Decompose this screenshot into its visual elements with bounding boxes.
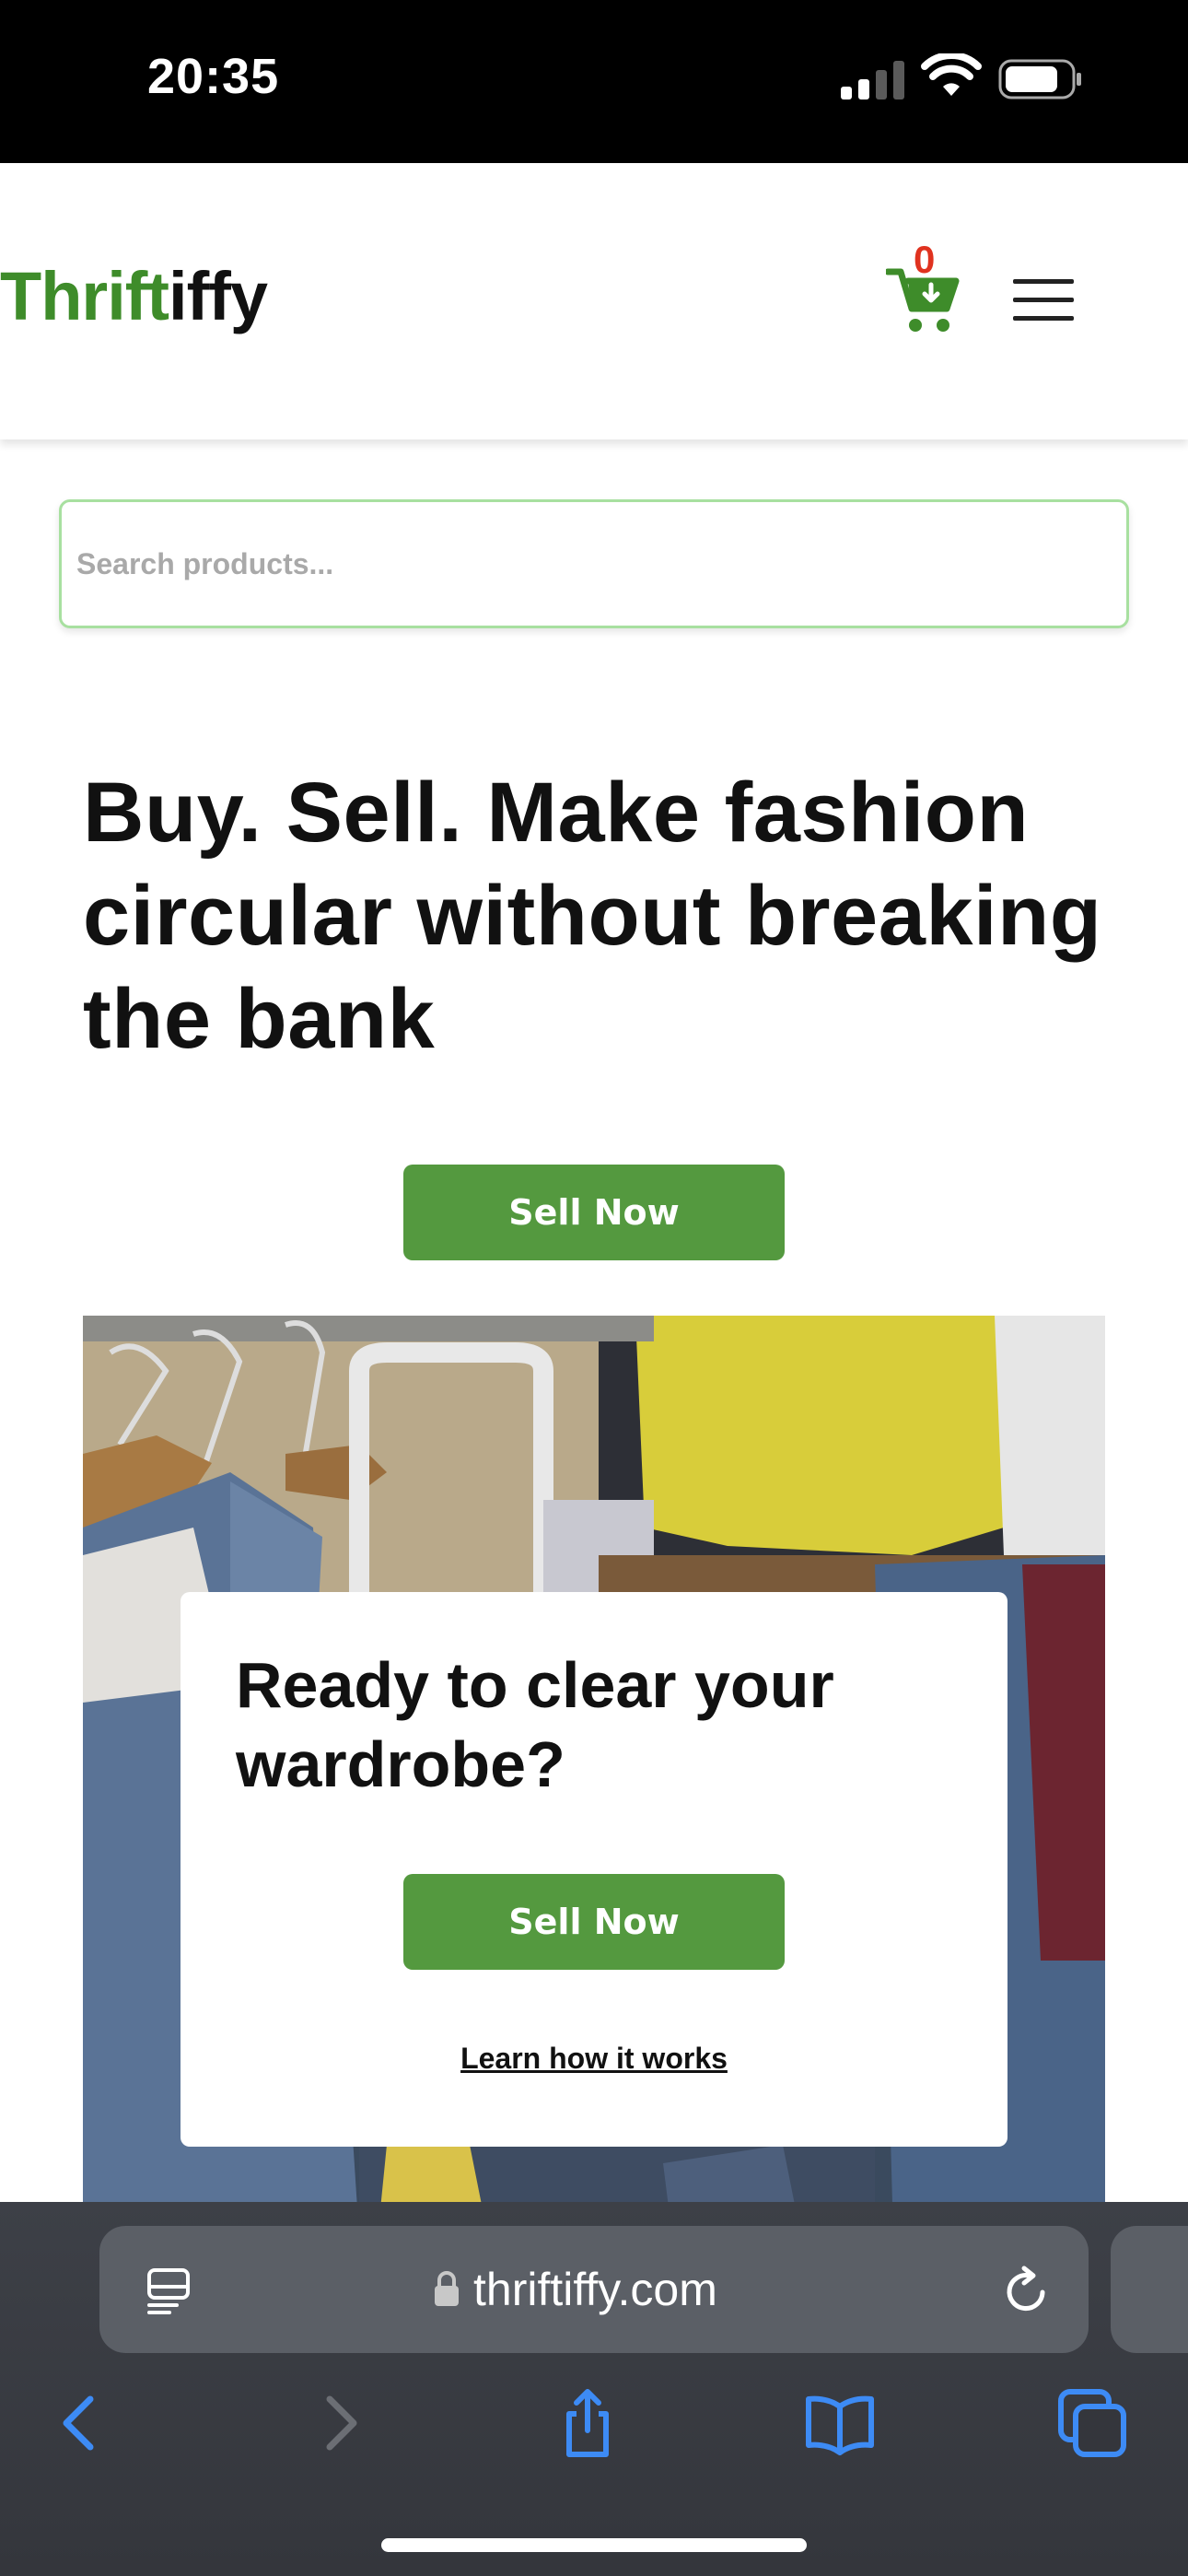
browser-toolbar: thriftiffy.com	[0, 2202, 1188, 2576]
back-icon[interactable]	[44, 2386, 118, 2460]
promo-card: Ready to clear your wardrobe? Sell Now L…	[181, 1592, 1007, 2147]
home-indicator[interactable]	[381, 2538, 807, 2552]
hero-sell-now-button[interactable]: Sell Now	[403, 1165, 785, 1260]
status-bar: 20:35	[0, 0, 1188, 163]
status-time: 20:35	[147, 49, 280, 104]
reader-icon[interactable]	[146, 2266, 192, 2314]
tabs-icon[interactable]	[1055, 2386, 1129, 2460]
promo-title: Ready to clear your wardrobe?	[236, 1649, 834, 1800]
site-header: Thriftiffy 0	[0, 163, 1188, 439]
share-icon[interactable]	[551, 2386, 624, 2460]
cart-icon[interactable]	[886, 266, 961, 334]
reload-icon[interactable]	[1002, 2265, 1052, 2316]
promo-sell-now-button[interactable]: Sell Now	[403, 1874, 785, 1970]
url-text: thriftiffy.com	[473, 2264, 717, 2315]
forward-icon[interactable]	[302, 2386, 376, 2460]
page: 20:35 Thriftiffy 0 Search products... Bu…	[0, 0, 1188, 2576]
site-logo[interactable]: Thriftiffy	[0, 263, 268, 331]
hamburger-menu-icon[interactable]	[1013, 279, 1074, 322]
search-input[interactable]	[76, 502, 1108, 626]
hero-title: Buy. Sell. Make fashion circular without…	[83, 766, 1102, 1066]
cellular-signal-icon	[841, 59, 905, 100]
wifi-icon	[921, 53, 982, 96]
next-tab-address-bar[interactable]	[1111, 2226, 1188, 2353]
learn-how-it-works-link[interactable]: Learn how it works	[181, 2042, 1007, 2076]
search-box	[59, 499, 1129, 628]
bookmarks-icon[interactable]	[803, 2386, 877, 2460]
address-bar[interactable]: thriftiffy.com	[99, 2226, 1089, 2353]
logo-part-thrift: Thrift	[0, 258, 169, 334]
logo-part-iffy: iffy	[169, 258, 268, 334]
battery-icon	[998, 59, 1081, 100]
lock-icon	[435, 2271, 459, 2306]
